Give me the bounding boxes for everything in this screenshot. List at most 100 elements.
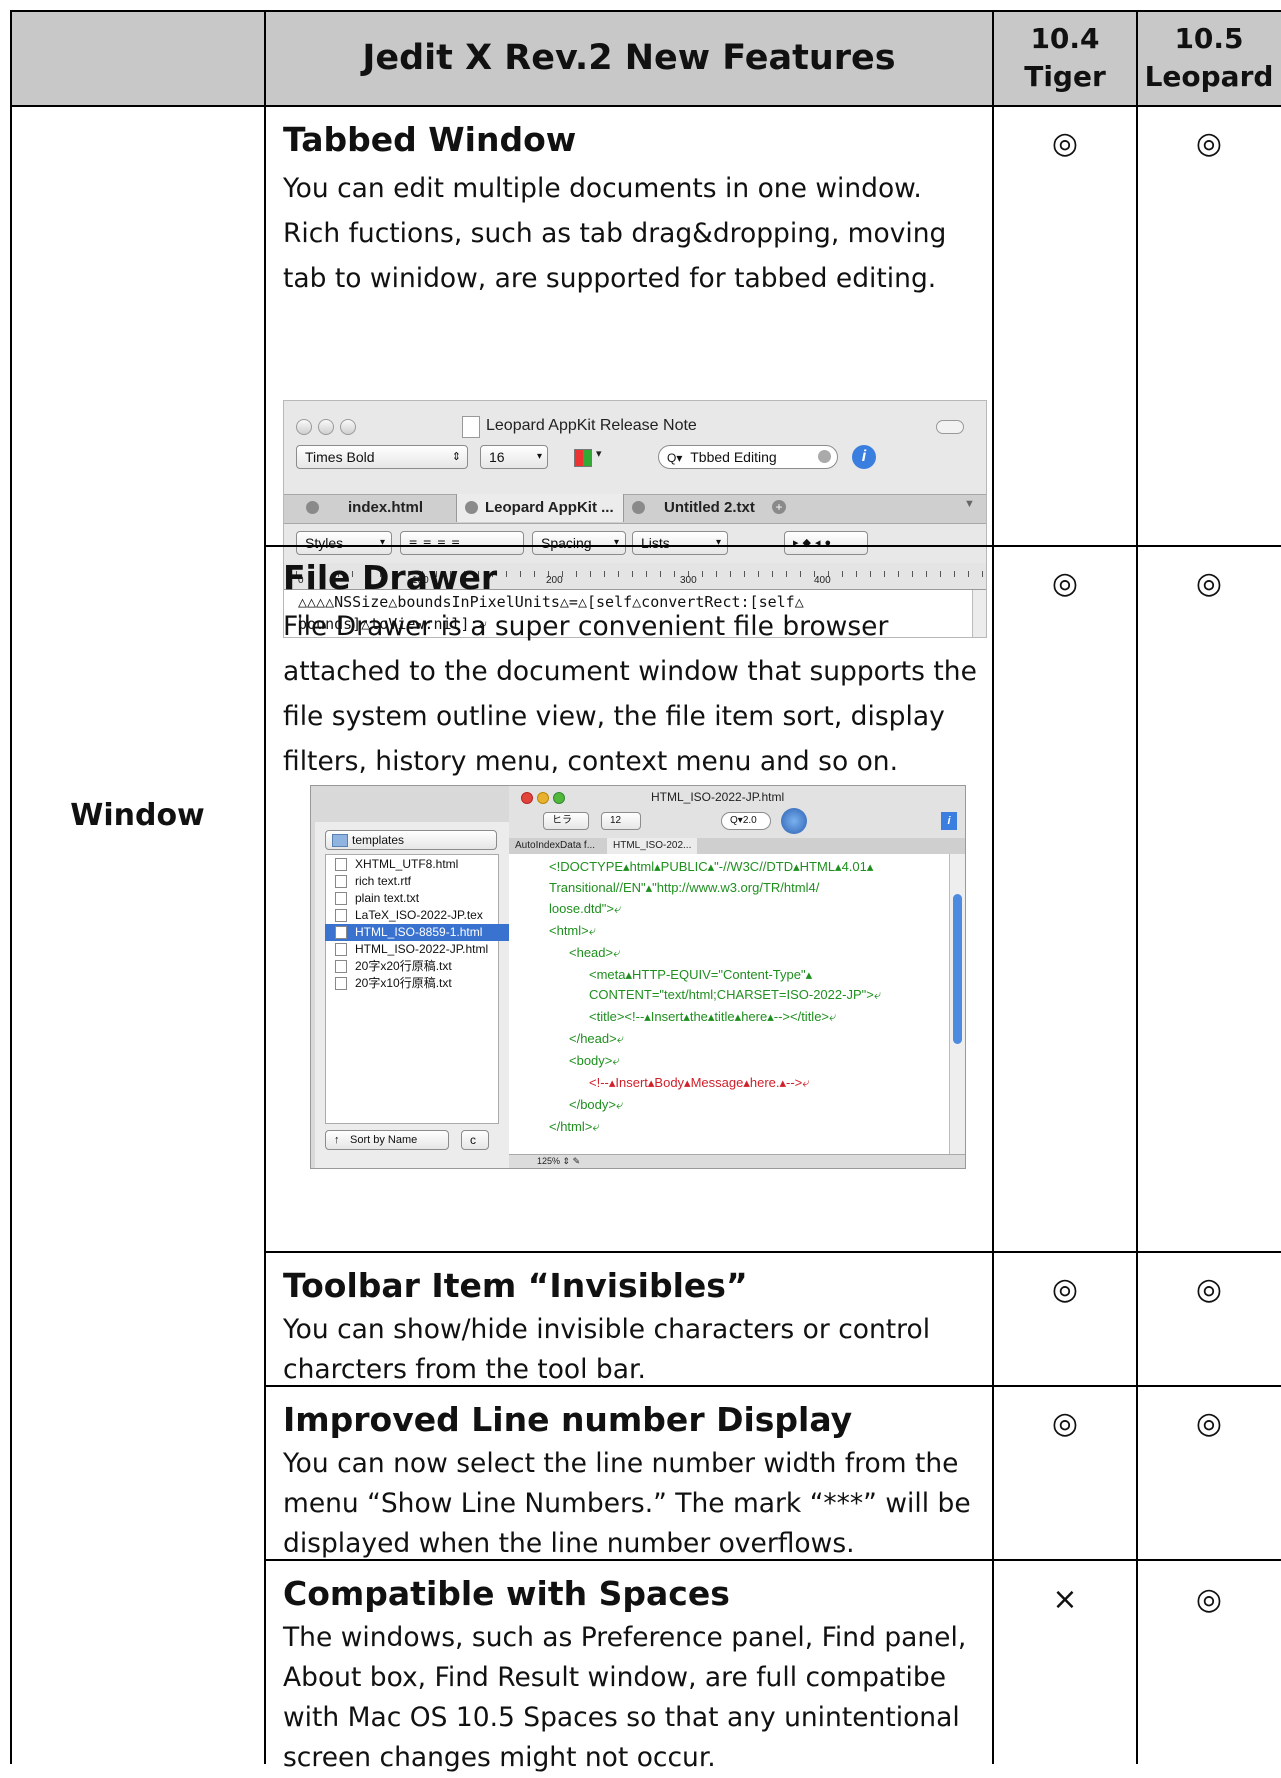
list-item[interactable]: 20字x20行原稿.txt [325, 958, 515, 975]
code-line: <!--▴Insert▴Body▴Message▴here.▴-->⤶ [589, 1075, 810, 1090]
tab-index[interactable]: index.html [296, 494, 456, 522]
font-size-popup[interactable]: 16 ▾ [480, 445, 548, 469]
scroll-thumb[interactable] [953, 894, 962, 1044]
leopard-version-name: Leopard [1144, 60, 1274, 93]
feature-title: Tabbed Window [283, 120, 577, 159]
grid-line [10, 10, 12, 1764]
grid-line [1136, 10, 1138, 1764]
code-line: <!DOCTYPE▴html▴PUBLIC▴"-//W3C//DTD▴HTML▴… [549, 859, 874, 874]
category-cell: Window [10, 106, 265, 1764]
close-window-icon[interactable] [521, 792, 533, 804]
folder-popup[interactable]: templates [325, 830, 497, 850]
arrow-up-icon: ↑ [334, 1134, 340, 1146]
file-icon [335, 977, 347, 990]
search-icon: Q▾ [730, 815, 743, 826]
vertical-scrollbar[interactable] [949, 854, 965, 1154]
color-grid-icon[interactable] [574, 449, 592, 467]
list-item[interactable]: HTML_ISO-2022-JP.html [325, 941, 515, 958]
grid-line [10, 10, 1281, 12]
minimize-window-icon[interactable] [537, 792, 549, 804]
feature-description: You can edit multiple documents in one w… [283, 173, 947, 294]
leopard-mark: ◎ [1195, 126, 1223, 161]
tab-autoindex[interactable]: AutoIndexData f... [515, 838, 595, 854]
info-icon[interactable]: i [852, 445, 876, 469]
grid-line [265, 1559, 1281, 1561]
close-window-icon [296, 419, 312, 435]
add-tab-icon[interactable]: + [772, 500, 786, 514]
feature-description: You can show/hide invisible characters o… [283, 1314, 931, 1385]
close-tab-icon[interactable] [632, 501, 645, 514]
tab-untitled[interactable]: Untitled 2.txt [624, 494, 764, 522]
feature-row: Toolbar Item “Invisibles” You can show/h… [265, 1252, 993, 1386]
tiger-mark: ◎ [1051, 1406, 1079, 1441]
grid-line [265, 1251, 1281, 1253]
globe-icon[interactable] [781, 808, 807, 834]
tiger-mark: × [1052, 1582, 1078, 1617]
leopard-mark: ◎ [1195, 1582, 1223, 1617]
leopard-mark: ◎ [1195, 566, 1223, 601]
refresh-button[interactable]: c [461, 1130, 489, 1150]
sort-button[interactable]: ↑ Sort by Name [325, 1130, 449, 1150]
tiger-mark: ◎ [1051, 1272, 1079, 1307]
search-field[interactable]: Q▾2.0 [721, 812, 771, 830]
feature-description: You can now select the line number width… [283, 1448, 971, 1559]
close-tab-icon[interactable] [306, 501, 319, 514]
code-line: <head>⤶ [569, 945, 621, 960]
zoom-popup[interactable]: 125% ⇕ ✎ [537, 1154, 580, 1168]
folder-icon [332, 834, 348, 847]
file-icon [335, 858, 347, 871]
feature-title: File Drawer [283, 558, 498, 597]
code-line: </html>⤶ [549, 1119, 600, 1134]
list-item[interactable]: rich text.rtf [325, 873, 515, 890]
info-icon[interactable]: i [941, 812, 957, 830]
file-drawer-screenshot: templates XHTML_UTF8.html rich text.rtf … [310, 785, 966, 1169]
window-title: Leopard AppKit Release Note [486, 417, 697, 434]
tab-overflow-icon[interactable]: ▼ [964, 498, 975, 510]
feature-title: Toolbar Item “Invisibles” [283, 1266, 748, 1305]
toolbar-toggle-icon [936, 420, 964, 434]
file-icon [335, 892, 347, 905]
grid-line [10, 105, 1281, 107]
zoom-window-icon[interactable] [553, 792, 565, 804]
font-popup[interactable]: Times Bold ⇕ [296, 445, 468, 469]
list-item[interactable]: XHTML_UTF8.html [325, 856, 515, 873]
list-item[interactable]: LaTeX_ISO-2022-JP.tex [325, 907, 515, 924]
code-line: Transitional//EN"▴"http://www.w3.org/TR/… [549, 880, 820, 895]
code-lines: <!DOCTYPE▴html▴PUBLIC▴"-//W3C//DTD▴HTML▴… [509, 856, 949, 1152]
tiger-version-number: 10.4 [1030, 22, 1100, 55]
code-line: loose.dtd">⤶ [549, 901, 622, 916]
font-size-popup[interactable]: 12 [601, 812, 641, 830]
code-line: </body>⤶ [569, 1097, 624, 1112]
tab-html-iso[interactable]: HTML_ISO-202... [607, 838, 698, 854]
table-title: Jedit X Rev.2 New Features [362, 38, 896, 78]
document-icon [462, 416, 480, 438]
header-tiger-cell: 10.4 Tiger [993, 10, 1137, 106]
file-icon [335, 960, 347, 973]
search-field[interactable]: Q▾ Tbbed Editing [658, 445, 838, 469]
feature-description: The windows, such as Preference panel, F… [283, 1622, 967, 1773]
clear-search-icon[interactable] [818, 450, 831, 463]
chevron-down-icon: ▾ [596, 448, 602, 460]
minimize-window-icon [318, 419, 334, 435]
encoding-popup[interactable]: ヒラ [543, 812, 589, 830]
list-item[interactable]: 20字x10行原稿.txt [325, 975, 515, 992]
code-line: <meta▴HTTP-EQUIV="Content-Type"▴ [589, 967, 813, 982]
list-item[interactable]: plain text.txt [325, 890, 515, 907]
leopard-mark: ◎ [1195, 1272, 1223, 1307]
grid-line [992, 10, 994, 1764]
close-tab-icon[interactable] [465, 501, 478, 514]
leopard-version-number: 10.5 [1174, 22, 1244, 55]
zoom-window-icon [340, 419, 356, 435]
list-item-selected[interactable]: HTML_ISO-8859-1.html [325, 924, 515, 941]
code-line: <title><!--▴Insert▴the▴title▴here▴--></t… [589, 1009, 837, 1024]
code-line: </head>⤶ [569, 1031, 624, 1046]
popup-arrows-icon: ⇕ [451, 451, 461, 463]
feature-row: Improved Line number Display You can now… [265, 1386, 993, 1560]
chevron-down-icon: ▾ [536, 451, 542, 462]
tab-leopard-appkit[interactable]: Leopard AppKit ... [456, 494, 624, 522]
tiger-mark: ◎ [1051, 566, 1079, 601]
feature-description: File Drawer is a super convenient file b… [283, 611, 977, 777]
header-leopard-cell: 10.5 Leopard [1137, 10, 1281, 106]
leopard-column: ◎ ◎ ◎ ◎ ◎ [1137, 106, 1281, 1764]
file-icon [335, 909, 347, 922]
